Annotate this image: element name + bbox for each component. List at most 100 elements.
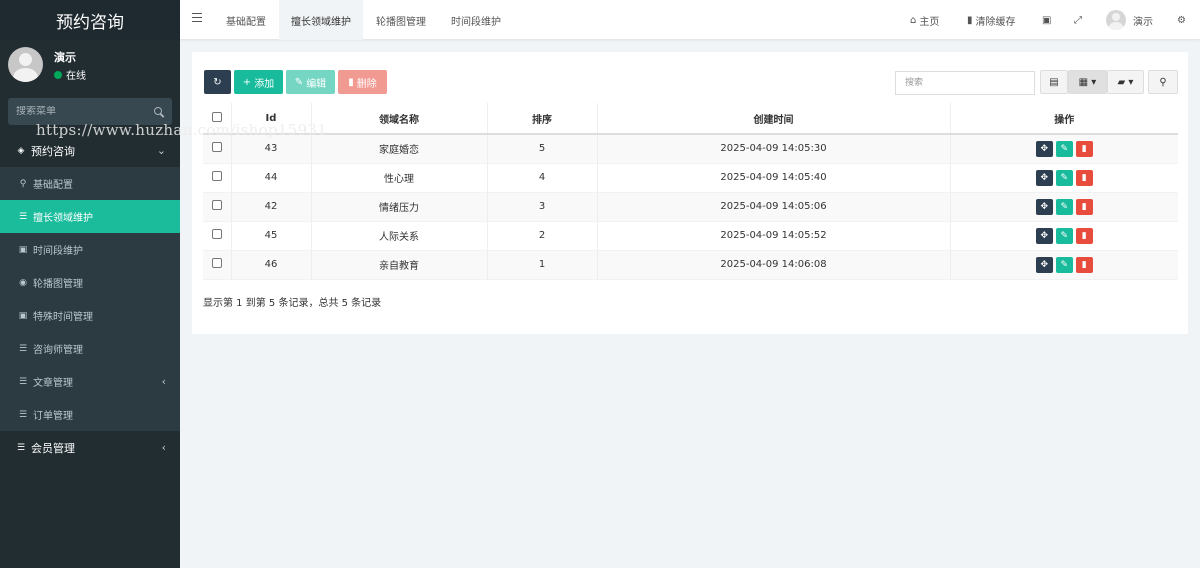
cell-actions: ✥ ✎ ▮: [950, 163, 1178, 193]
column-header-created[interactable]: 创建时间: [597, 103, 951, 135]
sidebar-menu: ◈ 预约咨询 ⌄ ⚲ 基础配置 ☰ 擅长领域维护 ▣ 时间段维护 ◉ 轮播图管理…: [0, 134, 180, 464]
sidebar-item-time-slot[interactable]: ▣ 时间段维护: [0, 233, 180, 266]
language-icon[interactable]: ▣: [1042, 0, 1051, 40]
column-header-sort[interactable]: 排序: [487, 103, 598, 135]
refresh-icon: ↻: [213, 76, 222, 88]
export-dropdown-button[interactable]: ▰ ▾: [1107, 70, 1144, 94]
drag-icon[interactable]: ✥: [1035, 169, 1053, 186]
list-icon: ☰: [18, 343, 28, 354]
user-status-label: 在线: [66, 71, 86, 82]
list-icon: ☰: [18, 409, 28, 420]
trash-icon: ▮: [348, 76, 354, 88]
edit-icon[interactable]: ✎: [1055, 169, 1073, 186]
menu-toggle-icon[interactable]: [192, 13, 202, 22]
map-marker-icon: ⚲: [19, 178, 27, 189]
sidebar-item-domain-maintenance[interactable]: ☰ 擅长领域维护: [0, 200, 180, 233]
table-row[interactable]: 46 亲自教育 1 2025-04-09 14:06:08 ✥ ✎ ▮: [203, 250, 1178, 280]
columns-dropdown-button[interactable]: ▦ ▾: [1068, 70, 1107, 94]
sidebar-item-basic-config[interactable]: ⚲ 基础配置: [0, 167, 180, 200]
sidebar-item-members[interactable]: ☰ 会员管理 ‹: [0, 431, 180, 464]
sidebar-item-articles[interactable]: ☰ 文章管理 ‹: [0, 365, 180, 398]
chevron-left-icon: ‹: [161, 441, 166, 454]
sidebar-item-counselor[interactable]: ☰ 咨询师管理: [0, 332, 180, 365]
edit-button[interactable]: ✎ 编辑: [286, 70, 335, 94]
edit-icon[interactable]: ✎: [1055, 140, 1073, 157]
brand-title[interactable]: 预约咨询: [0, 0, 180, 40]
user-menu-label: 演示: [1133, 16, 1153, 28]
tab-domain-maintenance[interactable]: 擅长领域维护: [279, 0, 363, 40]
row-checkbox[interactable]: [211, 258, 222, 268]
home-link[interactable]: ⌂ 主页: [910, 0, 939, 40]
cell-actions: ✥ ✎ ▮: [950, 192, 1178, 222]
delete-button[interactable]: ▮ 删除: [338, 70, 387, 94]
edit-icon[interactable]: ✎: [1055, 198, 1073, 215]
advanced-search-button[interactable]: ⚲: [1148, 70, 1178, 94]
delete-icon[interactable]: ▮: [1075, 227, 1093, 244]
drag-icon[interactable]: ✥: [1035, 256, 1053, 273]
user-menu[interactable]: 演示: [1106, 0, 1153, 40]
delete-icon[interactable]: ▮: [1075, 198, 1093, 215]
cell-created: 2025-04-09 14:05:30: [597, 134, 951, 164]
drag-icon[interactable]: ✥: [1035, 227, 1053, 244]
refresh-button[interactable]: ↻: [204, 70, 231, 94]
add-button[interactable]: + 添加: [234, 70, 283, 94]
user-panel: 演示 在线: [0, 40, 180, 96]
avatar: [8, 47, 43, 82]
cell-id: 44: [231, 163, 312, 193]
row-select-cell: [203, 250, 232, 280]
cell-created: 2025-04-09 14:05:52: [597, 221, 951, 251]
edit-icon[interactable]: ✎: [1055, 256, 1073, 273]
delete-icon[interactable]: ▮: [1075, 169, 1093, 186]
table-row[interactable]: 43 家庭婚恋 5 2025-04-09 14:05:30 ✥ ✎ ▮: [203, 134, 1178, 164]
table-row[interactable]: 44 性心理 4 2025-04-09 14:05:40 ✥ ✎ ▮: [203, 163, 1178, 193]
delete-label: 删除: [356, 78, 377, 90]
row-select-cell: [203, 134, 232, 164]
sidebar: 预约咨询 演示 在线 ◈ 预约咨询 ⌄ ⚲ 基础配置 ☰ 擅长领域维护 ▣ 时间…: [0, 0, 180, 568]
column-header-id[interactable]: Id: [231, 103, 312, 135]
cell-sort: 1: [487, 250, 598, 280]
table-row[interactable]: 45 人际关系 2 2025-04-09 14:05:52 ✥ ✎ ▮: [203, 221, 1178, 251]
row-select-cell: [203, 163, 232, 193]
menu-search-input[interactable]: [16, 106, 136, 117]
cell-actions: ✥ ✎ ▮: [950, 134, 1178, 164]
picture-icon: ▣: [18, 310, 28, 321]
row-checkbox[interactable]: [211, 200, 222, 210]
delete-icon[interactable]: ▮: [1075, 256, 1093, 273]
tab-carousel[interactable]: 轮播图管理: [364, 0, 438, 40]
drag-icon[interactable]: ✥: [1035, 140, 1053, 157]
row-checkbox[interactable]: [211, 171, 222, 181]
table-row[interactable]: 42 情绪压力 3 2025-04-09 14:05:06 ✥ ✎ ▮: [203, 192, 1178, 222]
sidebar-item-special-time[interactable]: ▣ 特殊时间管理: [0, 299, 180, 332]
sidebar-item-carousel[interactable]: ◉ 轮播图管理: [0, 266, 180, 299]
sidebar-item-label: 预约咨询: [31, 144, 75, 158]
fullscreen-icon[interactable]: ⤢: [1074, 0, 1082, 40]
sidebar-item-label: 基础配置: [33, 180, 73, 191]
tab-basic-config[interactable]: 基础配置: [214, 0, 278, 40]
edit-label: 编辑: [306, 78, 327, 90]
column-header-name[interactable]: 领域名称: [311, 103, 488, 135]
sidebar-item-orders[interactable]: ☰ 订单管理: [0, 398, 180, 431]
clear-cache-link[interactable]: ▮ 清除缓存: [967, 0, 1016, 40]
toggle-view-button[interactable]: ▤: [1040, 70, 1068, 94]
export-icon: ▰ ▾: [1117, 76, 1134, 88]
sidebar-item-label: 订单管理: [33, 411, 73, 422]
row-checkbox[interactable]: [211, 142, 222, 153]
plus-icon: +: [242, 76, 252, 88]
cell-actions: ✥ ✎ ▮: [950, 250, 1178, 280]
search-icon[interactable]: [154, 106, 164, 117]
tab-time-slot[interactable]: 时间段维护: [439, 0, 513, 40]
row-select-cell: [203, 192, 232, 222]
settings-icon[interactable]: ⚙: [1177, 0, 1186, 40]
drag-icon[interactable]: ✥: [1035, 198, 1053, 215]
edit-icon[interactable]: ✎: [1055, 227, 1073, 244]
delete-icon[interactable]: ▮: [1075, 140, 1093, 157]
top-navbar: 基础配置 擅长领域维护 轮播图管理 时间段维护 ⌂ 主页 ▮ 清除缓存 ▣ ⤢ …: [180, 0, 1200, 40]
select-all-checkbox[interactable]: [211, 111, 222, 122]
row-checkbox[interactable]: [211, 229, 222, 239]
sidebar-item-label: 文章管理: [33, 378, 73, 389]
trash-icon: ▮: [967, 14, 973, 26]
sidebar-item-consult[interactable]: ◈ 预约咨询 ⌄: [0, 134, 180, 167]
table-search-input[interactable]: [895, 71, 1035, 95]
sidebar-item-label: 咨询师管理: [33, 345, 83, 356]
list-icon: ☰: [16, 442, 26, 453]
